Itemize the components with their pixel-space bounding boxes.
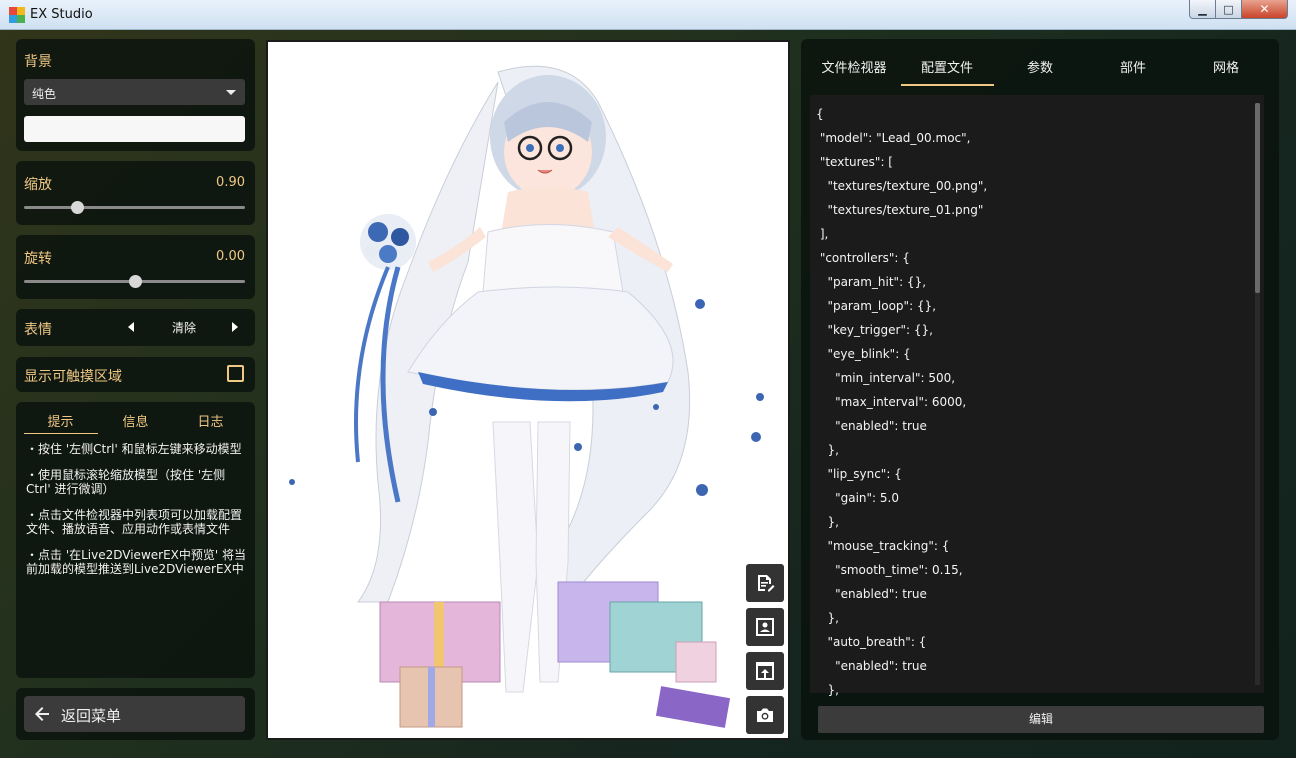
code-line: "enabled": true bbox=[816, 587, 927, 601]
code-line: "smooth_time": 0.15, bbox=[816, 563, 963, 577]
background-card: 背景 纯色 bbox=[16, 39, 255, 151]
tab-file-inspector[interactable]: 文件检视器 bbox=[808, 57, 900, 76]
close-button[interactable]: ✕ bbox=[1242, 0, 1288, 19]
edit-config-button[interactable]: 编辑 bbox=[818, 706, 1264, 733]
code-line: "enabled": true bbox=[816, 419, 927, 433]
code-line: "param_loop": {}, bbox=[816, 299, 937, 313]
tips-card: 提示 信息 日志 ・按住 '左侧Ctrl' 和鼠标左键来移动模型 ・使用鼠标滚轮… bbox=[16, 402, 255, 678]
scale-label: 缩放 bbox=[24, 177, 52, 193]
scale-value: 0.90 bbox=[216, 175, 245, 190]
back-card: 返回菜单 bbox=[16, 688, 255, 740]
tab-parameters[interactable]: 参数 bbox=[994, 57, 1086, 76]
portrait-tool-button[interactable] bbox=[746, 608, 784, 646]
rotation-card: 旋转 0.00 bbox=[16, 235, 255, 299]
code-line: "min_interval": 500, bbox=[816, 371, 956, 385]
tab-mesh[interactable]: 网格 bbox=[1180, 57, 1272, 76]
code-line: }, bbox=[816, 443, 839, 457]
rotation-value: 0.00 bbox=[216, 249, 245, 264]
arrow-left-icon bbox=[35, 707, 49, 721]
window-title: EX Studio bbox=[30, 7, 93, 22]
back-to-menu-button[interactable]: 返回菜单 bbox=[24, 696, 245, 732]
tab-info[interactable]: 信息 bbox=[98, 411, 173, 430]
editor-scrollbar[interactable] bbox=[1255, 103, 1260, 685]
background-color-field[interactable] bbox=[24, 116, 245, 142]
push-tool-button[interactable] bbox=[746, 652, 784, 690]
code-line: "mouse_tracking": { bbox=[816, 539, 950, 553]
tab-log[interactable]: 日志 bbox=[173, 411, 248, 430]
previous-expression-icon[interactable] bbox=[128, 322, 134, 332]
touch-area-label: 显示可触摸区域 bbox=[24, 369, 122, 385]
background-dropdown[interactable]: 纯色 bbox=[24, 79, 245, 105]
expression-value: 清除 bbox=[171, 321, 196, 335]
tab-underline bbox=[24, 433, 98, 434]
code-line: "textures": [ bbox=[816, 155, 893, 169]
code-line: { bbox=[816, 107, 824, 121]
rotation-slider[interactable] bbox=[24, 275, 245, 288]
scale-slider-thumb[interactable] bbox=[71, 201, 85, 214]
code-line: "auto_breath": { bbox=[816, 635, 927, 649]
code-line: "max_interval": 6000, bbox=[816, 395, 967, 409]
tab-config-file[interactable]: 配置文件 bbox=[901, 57, 993, 76]
edit-tool-button[interactable] bbox=[746, 564, 784, 602]
code-line: "eye_blink": { bbox=[816, 347, 911, 361]
rotation-slider-thumb[interactable] bbox=[128, 275, 142, 288]
model-canvas[interactable] bbox=[266, 40, 790, 740]
code-line: "enabled": true bbox=[816, 659, 927, 673]
tip-item: ・点击文件检视器中列表项可以加载配置文件、播放语音、应用动作或表情文件 bbox=[26, 508, 243, 536]
chevron-down-icon bbox=[226, 90, 236, 95]
touch-area-card: 显示可触摸区域 bbox=[16, 357, 255, 392]
maximize-button[interactable]: □ bbox=[1216, 0, 1242, 19]
code-line: "lip_sync": { bbox=[816, 467, 902, 481]
code-line: "textures/texture_01.png" bbox=[816, 203, 984, 217]
code-line: "param_hit": {}, bbox=[816, 275, 927, 289]
code-line: "key_trigger": {}, bbox=[816, 323, 933, 337]
tip-item: ・点击 '在Live2DViewerEX中预览' 将当前加载的模型推送到Live… bbox=[26, 548, 246, 576]
portrait-icon bbox=[756, 618, 774, 636]
maximize-icon: □ bbox=[1223, 3, 1234, 16]
back-to-menu-label: 返回菜单 bbox=[61, 707, 122, 725]
right-panel: 文件检视器 配置文件 参数 部件 网格 { "model": "Lead_00.… bbox=[801, 39, 1279, 740]
scale-card: 缩放 0.90 bbox=[16, 161, 255, 225]
rotation-label: 旋转 bbox=[24, 251, 52, 267]
camera-icon bbox=[757, 708, 773, 722]
background-label: 背景 bbox=[24, 54, 52, 70]
background-dropdown-value: 纯色 bbox=[32, 87, 57, 101]
active-tab-underline bbox=[901, 84, 994, 86]
expression-label: 表情 bbox=[24, 322, 52, 338]
next-expression-icon[interactable] bbox=[232, 322, 238, 332]
code-line: "controllers": { bbox=[816, 251, 910, 265]
minimize-icon: ▁ bbox=[1198, 3, 1207, 16]
tips-list: ・按住 '左侧Ctrl' 和鼠标左键来移动模型 ・使用鼠标滚轮缩放模型（按住 '… bbox=[26, 442, 246, 588]
screenshot-tool-button[interactable] bbox=[746, 696, 784, 734]
code-line: }, bbox=[816, 683, 839, 697]
push-icon bbox=[756, 662, 774, 680]
close-icon: ✕ bbox=[1259, 2, 1270, 16]
touch-area-checkbox[interactable] bbox=[227, 365, 244, 382]
code-line: "model": "Lead_00.moc", bbox=[816, 131, 971, 145]
code-line: "gain": 5.0 bbox=[816, 491, 899, 505]
edit-icon bbox=[758, 575, 775, 592]
editor-scrollbar-thumb[interactable] bbox=[1255, 103, 1260, 293]
code-line: }, bbox=[816, 515, 839, 529]
tip-item: ・使用鼠标滚轮缩放模型（按住 '左侧Ctrl' 进行微调） bbox=[26, 468, 226, 496]
code-line: ], bbox=[816, 227, 829, 241]
tab-tips[interactable]: 提示 bbox=[23, 411, 98, 430]
code-line: }, bbox=[816, 611, 839, 625]
config-editor[interactable]: { "model": "Lead_00.moc", "textures": [ … bbox=[810, 95, 1264, 697]
scale-slider[interactable] bbox=[24, 201, 245, 214]
tip-item: ・按住 '左侧Ctrl' 和鼠标左键来移动模型 bbox=[26, 442, 242, 456]
config-code: { "model": "Lead_00.moc", "textures": [ … bbox=[816, 102, 1256, 702]
code-line: "textures/texture_00.png", bbox=[816, 179, 988, 193]
title-bar: EX Studio ▁ □ ✕ bbox=[0, 0, 1296, 30]
character-illustration bbox=[289, 65, 764, 728]
expression-card: 表情 清除 bbox=[16, 309, 255, 346]
app-icon bbox=[9, 7, 25, 23]
tab-parts[interactable]: 部件 bbox=[1087, 57, 1179, 76]
minimize-button[interactable]: ▁ bbox=[1189, 0, 1216, 19]
